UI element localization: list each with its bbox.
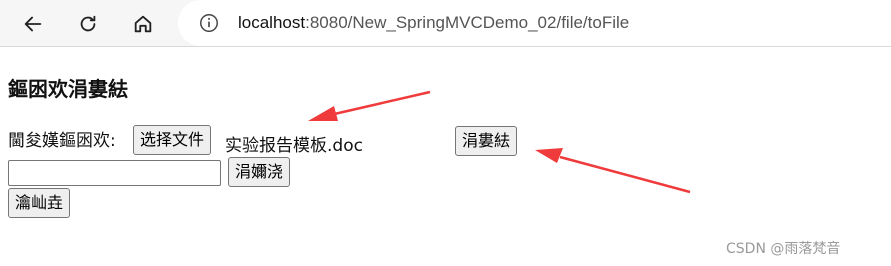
url-path: :8080/New_SpringMVCDemo_02/file/toFile <box>305 13 630 32</box>
bottom-button[interactable]: 瀹屾垚 <box>8 188 71 218</box>
upload-row: 閫夋嫨鏂囦欢: 选择文件 实验报告模板.doc 涓婁紶 <box>8 125 891 157</box>
watermark: CSDN @雨落梵音 <box>726 241 841 257</box>
reload-icon[interactable] <box>72 8 104 40</box>
browser-toolbar: localhost:8080/New_SpringMVCDemo_02/file… <box>0 0 891 47</box>
back-icon[interactable] <box>17 8 49 40</box>
file-label: 閫夋嫨鏂囦欢: <box>8 131 116 151</box>
selected-file-name: 实验报告模板.doc <box>225 136 363 156</box>
choose-file-button[interactable]: 选择文件 <box>133 125 212 155</box>
page-title: 鏂囦欢涓婁紶 <box>8 77 128 101</box>
arrow-to-file-chooser <box>308 90 431 121</box>
info-icon[interactable] <box>198 12 220 34</box>
submit-button[interactable]: 涓嬭浇 <box>228 157 291 187</box>
address-bar[interactable]: localhost:8080/New_SpringMVCDemo_02/file… <box>178 0 891 46</box>
text-input[interactable] <box>8 160 221 186</box>
url-host: localhost <box>238 13 306 32</box>
home-icon[interactable] <box>127 8 159 40</box>
upload-button[interactable]: 涓婁紶 <box>455 126 518 156</box>
url-text[interactable]: localhost:8080/New_SpringMVCDemo_02/file… <box>238 13 629 33</box>
